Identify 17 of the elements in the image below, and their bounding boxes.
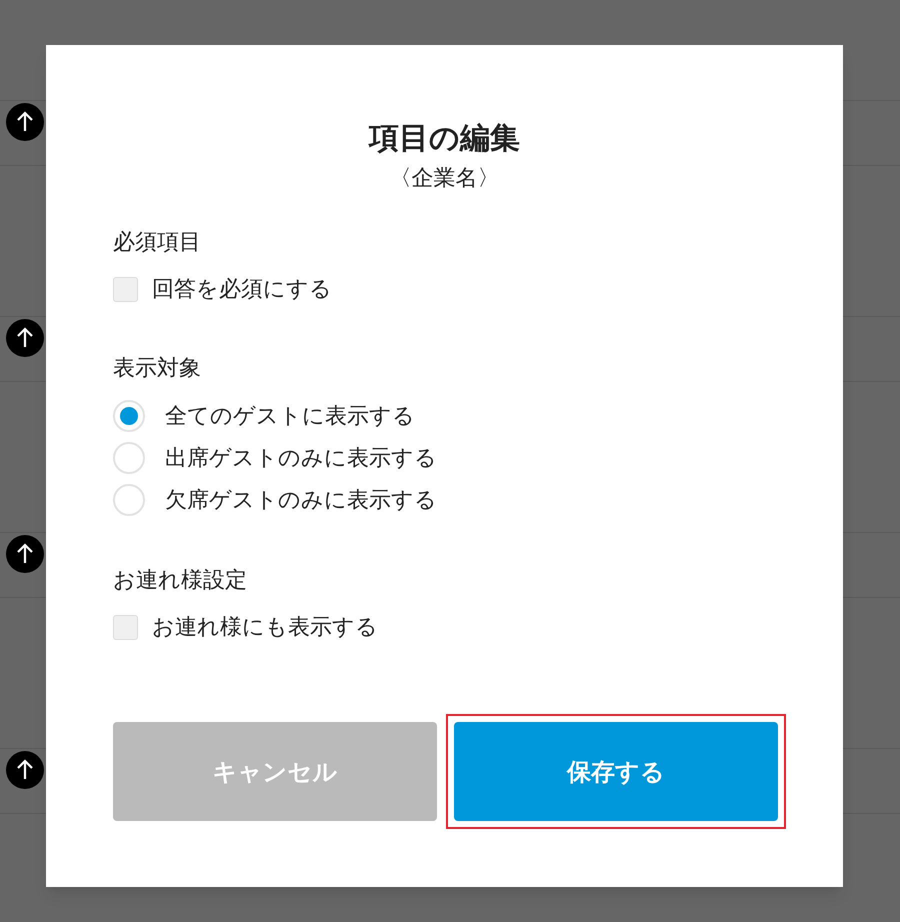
section-label: 必須項目 <box>113 229 202 257</box>
radio-button[interactable] <box>113 484 145 516</box>
dialog-title: 項目の編集 <box>367 120 521 158</box>
checkbox[interactable] <box>113 614 138 640</box>
radio-button[interactable] <box>113 442 145 474</box>
cancel-button[interactable]: キャンセル <box>113 722 437 821</box>
option-label: 回答を必須にする <box>152 276 332 304</box>
save-button[interactable]: 保存する <box>454 722 778 821</box>
radio-button[interactable] <box>113 400 145 432</box>
section-label: お連れ様設定 <box>113 567 248 595</box>
option-label: 出席ゲストのみに表示する <box>165 444 437 472</box>
checkbox[interactable] <box>113 276 138 302</box>
section-label: 表示対象 <box>113 355 202 383</box>
option-label: 欠席ゲストのみに表示する <box>165 486 437 514</box>
option-label: お連れ様にも表示する <box>152 614 378 642</box>
option-label: 全てのゲストに表示する <box>165 402 415 430</box>
dialog-subtitle: 〈企業名〉 <box>388 165 500 193</box>
